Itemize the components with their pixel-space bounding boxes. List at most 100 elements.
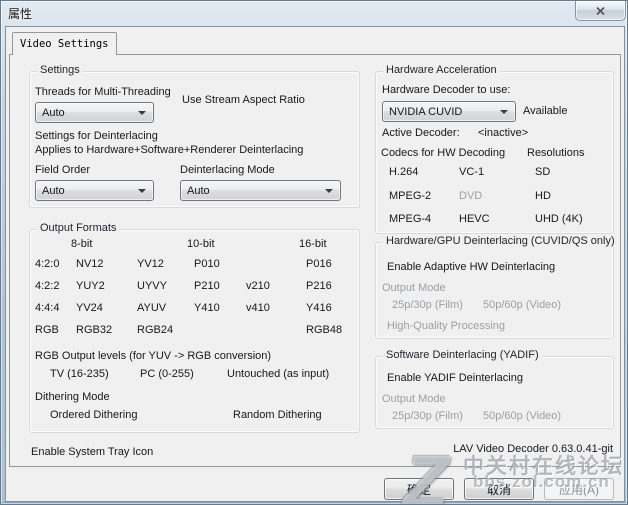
undefined: UHD (4K)	[535, 213, 583, 225]
checkbox-p210[interactable]: P210	[189, 279, 220, 293]
apply-button: 应用(A)	[544, 478, 614, 500]
undefined: VC-1	[459, 166, 484, 178]
undefined: RGB32	[76, 324, 112, 336]
undefined: P010	[194, 258, 220, 270]
hw-decoder-combo[interactable]: NVIDIA CUVID	[382, 101, 516, 122]
checkbox-p010[interactable]: P010	[189, 257, 220, 271]
checkbox-enable-system-tray-icon[interactable]: Enable System Tray Icon	[26, 445, 153, 459]
checkbox-rgb24[interactable]: RGB24	[132, 323, 173, 337]
undefined: Enable System Tray Icon	[31, 446, 153, 458]
settings-group-title: Settings	[37, 64, 83, 76]
checkbox-dvd: DVD	[454, 189, 482, 203]
hw-deinterlacing-title: Hardware/GPU Deinterlacing (CUVID/QS onl…	[383, 235, 618, 247]
col-header-16bit: 16-bit	[299, 238, 327, 250]
radio-tv-16-235[interactable]: TV (16-235)	[45, 367, 109, 381]
threads-label: Threads for Multi-Threading	[35, 86, 171, 98]
checkbox-p016[interactable]: P016	[301, 257, 332, 271]
checkbox-yv12[interactable]: YV12	[132, 257, 164, 271]
chevron-down-icon	[500, 110, 508, 114]
col-header-8bit: 8-bit	[71, 238, 92, 250]
chevron-down-icon	[325, 189, 333, 193]
undefined: RGB24	[137, 324, 173, 336]
properties-window: 属性 Video Settings Settings Threads for M…	[0, 0, 628, 505]
checkbox-rgb32[interactable]: RGB32	[71, 323, 112, 337]
deinterlacing-mode-combo[interactable]: Auto	[180, 180, 341, 201]
format-row-label-4-4-4: 4:4:4	[35, 302, 59, 314]
checkbox-enable-adaptive-hw-deinterlacing[interactable]: Enable Adaptive HW Deinterlacing	[382, 260, 555, 274]
undefined: Y416	[306, 302, 332, 314]
checkbox-v410[interactable]: v410	[241, 301, 270, 315]
field-order-combo[interactable]: Auto	[35, 180, 154, 201]
radio-random-dithering[interactable]: Random Dithering	[228, 408, 322, 422]
deinterlacing-settings-note: Applies to Hardware+Software+Renderer De…	[35, 144, 303, 156]
checkbox-hevc[interactable]: HEVC	[454, 212, 490, 226]
checkbox-y416[interactable]: Y416	[301, 301, 332, 315]
radio-25p-30p-film: 25p/30p (Film)	[387, 298, 463, 312]
checkbox-rgb48[interactable]: RGB48	[301, 323, 342, 337]
checkbox-uhd-4k[interactable]: UHD (4K)	[530, 212, 583, 226]
checkbox-p216[interactable]: P216	[301, 279, 332, 293]
checkbox-v210[interactable]: v210	[241, 279, 270, 293]
radio-50p-60p-video: 50p/60p (Video)	[478, 409, 561, 423]
undefined: Y410	[194, 302, 220, 314]
version-text: LAV Video Decoder 0.63.0.41-git	[375, 443, 613, 455]
field-order-combo-value: Auto	[42, 185, 65, 197]
hw-decoder-combo-value: NVIDIA CUVID	[389, 106, 462, 118]
undefined: P210	[194, 280, 220, 292]
checkbox-uyvy[interactable]: UYVY	[132, 279, 167, 293]
checkbox-use-stream-aspect-ratio[interactable]: Use Stream Aspect Ratio	[177, 93, 305, 107]
checkbox-yuy2[interactable]: YUY2	[71, 279, 105, 293]
threads-combo-value: Auto	[42, 107, 65, 119]
checkbox-sd[interactable]: SD	[530, 165, 550, 179]
field-order-label: Field Order	[35, 164, 90, 176]
close-button[interactable]	[575, 1, 626, 21]
threads-combo[interactable]: Auto	[35, 102, 154, 123]
undefined: MPEG-2	[389, 190, 431, 202]
undefined: MPEG-4	[389, 213, 431, 225]
codecs-header: Codecs for HW Decoding	[381, 147, 505, 159]
sw-output-mode-label: Output Mode	[382, 393, 446, 405]
deinterlacing-mode-label: Deinterlacing Mode	[180, 164, 275, 176]
radio-pc-0-255[interactable]: PC (0-255)	[135, 367, 194, 381]
radio-ordered-dithering[interactable]: Ordered Dithering	[45, 408, 137, 422]
checkbox-hd[interactable]: HD	[530, 189, 551, 203]
hw-decoder-label: Hardware Decoder to use:	[382, 84, 510, 96]
undefined: 50p/60p (Video)	[483, 299, 561, 311]
undefined: H.264	[389, 166, 418, 178]
undefined: HEVC	[459, 213, 490, 225]
undefined: Enable YADIF Deinterlacing	[387, 372, 523, 384]
hardware-acceleration-title: Hardware Acceleration	[383, 64, 500, 76]
checkbox-mpeg-2[interactable]: MPEG-2	[384, 189, 431, 203]
checkbox-yv24[interactable]: YV24	[71, 301, 103, 315]
tab-video-settings[interactable]: Video Settings	[12, 32, 117, 55]
radio-untouched-as-input[interactable]: Untouched (as input)	[222, 367, 329, 381]
ok-button[interactable]: 确定	[384, 478, 454, 500]
undefined: DVD	[459, 190, 482, 202]
format-row-label-4-2-0: 4:2:0	[35, 258, 59, 270]
undefined: P016	[306, 258, 332, 270]
format-row-label-4-2-2: 4:2:2	[35, 280, 59, 292]
checkbox-vc-1[interactable]: VC-1	[454, 165, 484, 179]
rgb-levels-title: RGB Output levels (for YUV -> RGB conver…	[35, 350, 271, 362]
checkbox-mpeg-4[interactable]: MPEG-4	[384, 212, 431, 226]
titlebar[interactable]: 属性	[1, 1, 628, 26]
checkbox-h-264[interactable]: H.264	[384, 165, 418, 179]
checkbox-ayuv[interactable]: AYUV	[132, 301, 166, 315]
checkbox-y410[interactable]: Y410	[189, 301, 220, 315]
checkbox-nv12[interactable]: NV12	[71, 257, 104, 271]
checkbox-enable-yadif-deinterlacing[interactable]: Enable YADIF Deinterlacing	[382, 371, 523, 385]
undefined: v210	[246, 280, 270, 292]
undefined: Random Dithering	[233, 409, 322, 421]
resolutions-header: Resolutions	[527, 147, 584, 159]
deinterlacing-mode-combo-value: Auto	[187, 185, 210, 197]
radio-25p-30p-film: 25p/30p (Film)	[387, 409, 463, 423]
chevron-down-icon	[138, 189, 146, 193]
close-icon	[596, 7, 605, 15]
undefined: YV12	[137, 258, 164, 270]
col-header-10bit: 10-bit	[187, 238, 215, 250]
cancel-button[interactable]: 取消	[464, 478, 534, 500]
undefined: HD	[535, 190, 551, 202]
undefined: SD	[535, 166, 550, 178]
undefined: YV24	[76, 302, 103, 314]
hw-output-mode-label: Output Mode	[382, 282, 446, 294]
